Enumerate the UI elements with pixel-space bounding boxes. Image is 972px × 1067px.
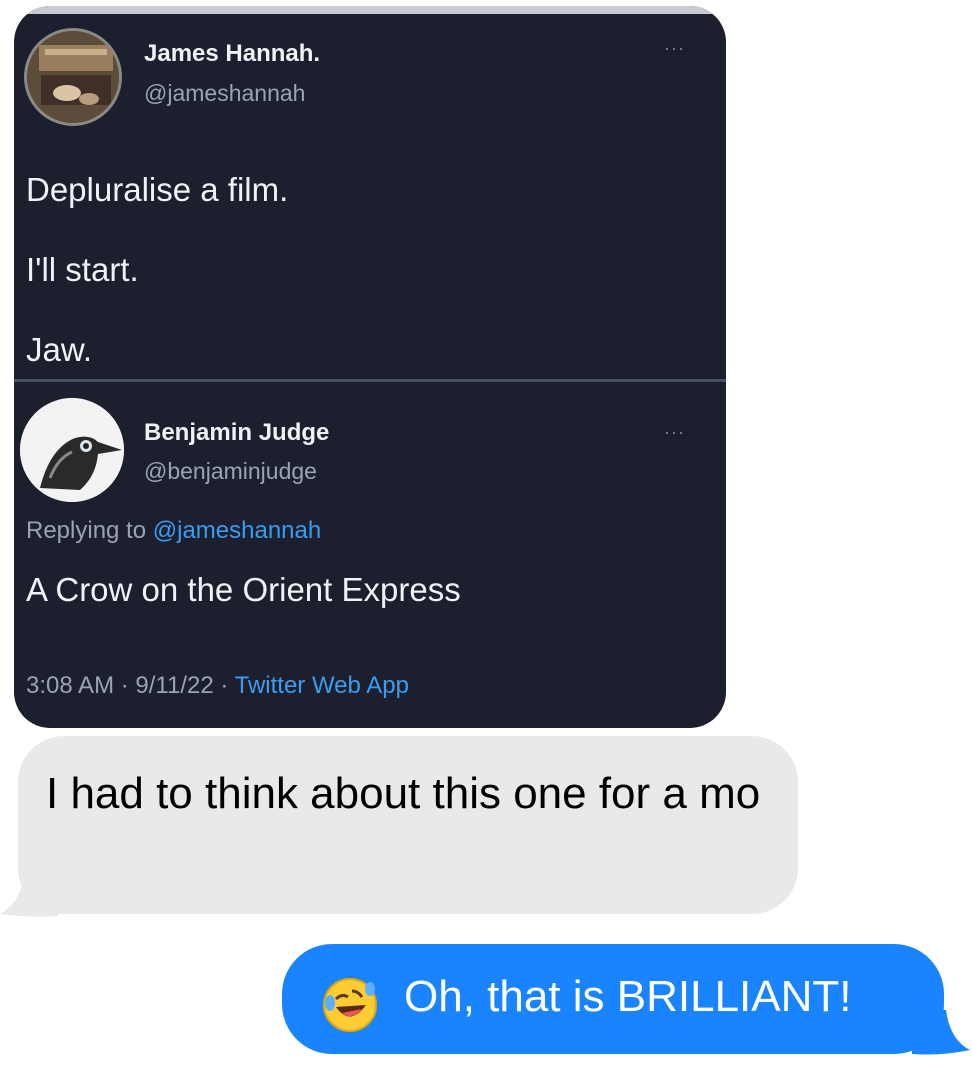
more-options-icon[interactable]: ··· — [664, 38, 685, 59]
author-name[interactable]: James Hannah. — [144, 40, 320, 68]
author-handle[interactable]: @jameshannah — [144, 80, 305, 107]
avatar-james-hannah — [24, 28, 122, 126]
tweet-metadata: 3:08 AM · 9/11/22 · Twitter Web App — [26, 672, 409, 700]
meta-separator: · — [120, 672, 129, 699]
tweet-divider — [14, 379, 726, 382]
received-message-text: I had to think about this one for a mo — [46, 769, 761, 818]
sent-message-text: Oh, that is BRILLIANT! — [404, 972, 852, 1021]
replying-to-label: Replying to — [26, 517, 147, 544]
tweet-date[interactable]: 9/11/22 — [135, 672, 213, 699]
author-name[interactable]: Benjamin Judge — [144, 419, 329, 447]
meta-separator: · — [220, 672, 229, 699]
replying-to-line: Replying to @jameshannah — [26, 517, 321, 545]
tweet-line-2: I'll start. — [26, 251, 139, 288]
avatar-benjamin-judge — [20, 398, 124, 502]
tweet-line-3: Jaw. — [26, 331, 93, 368]
rolling-on-floor-laughing-emoji — [323, 978, 377, 1032]
more-options-icon[interactable]: ··· — [664, 422, 685, 443]
tweet-line-1: Depluralise a film. — [26, 171, 289, 208]
tweet-time[interactable]: 3:08 AM — [26, 672, 114, 699]
reply-text: A Crow on the Orient Express — [26, 571, 461, 608]
tweet-screenshot: James Hannah. @jameshannah ··· Deplurali… — [14, 6, 726, 728]
screenshot-top-edge — [14, 6, 726, 14]
author-handle[interactable]: @benjaminjudge — [144, 458, 317, 485]
replying-to-mention[interactable]: @jameshannah — [153, 517, 321, 544]
tweet-client[interactable]: Twitter Web App — [235, 672, 409, 699]
